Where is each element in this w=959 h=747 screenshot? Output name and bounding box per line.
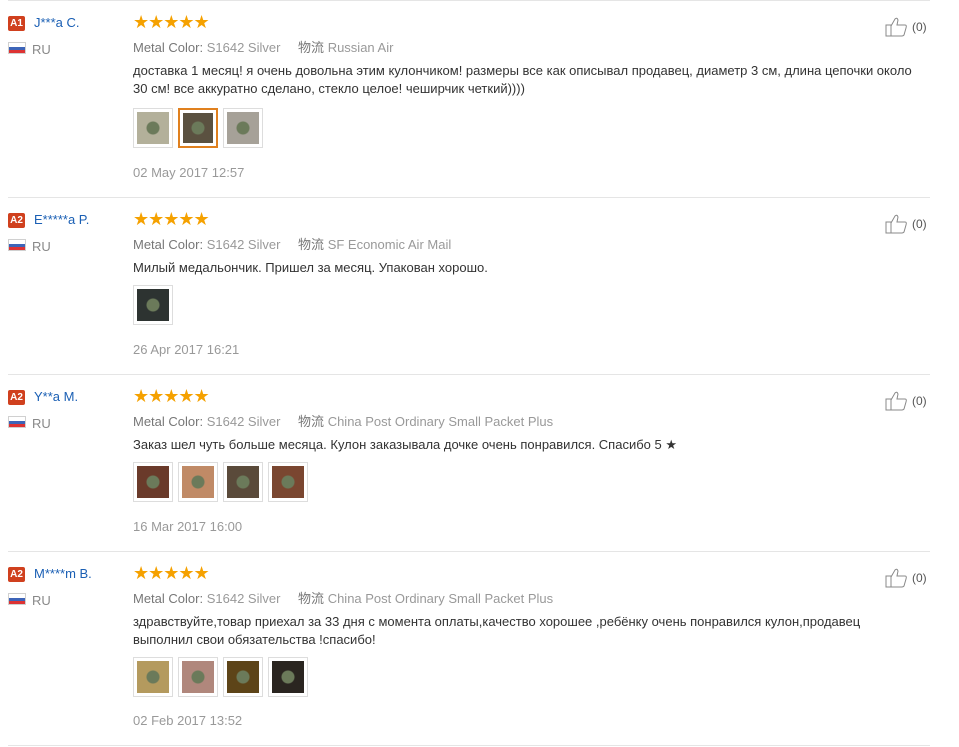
like-count: (0) xyxy=(912,20,927,34)
logistics-value: SF Economic Air Mail xyxy=(327,237,452,252)
logistics-value: Russian Air xyxy=(327,40,394,55)
review-photo-thumbnail[interactable] xyxy=(223,108,263,148)
star-rating: ★★★★★ xyxy=(133,386,210,406)
like-button[interactable]: (0) xyxy=(885,214,927,234)
review-photo-thumbnail[interactable] xyxy=(133,657,173,697)
metal-color-value: S1642 Silver xyxy=(206,414,281,429)
divider xyxy=(8,374,930,375)
reviewer-name-link[interactable]: E*****a P. xyxy=(34,212,89,227)
review-photo-thumbnail[interactable] xyxy=(178,108,218,148)
review-photo-thumbnail[interactable] xyxy=(178,657,218,697)
russia-flag-icon xyxy=(8,42,26,54)
like-button[interactable]: (0) xyxy=(885,391,927,411)
review-photo-thumbnail[interactable] xyxy=(133,285,173,325)
like-button[interactable]: (0) xyxy=(885,17,927,37)
russia-flag-icon xyxy=(8,593,26,605)
review-photo-thumbnail[interactable] xyxy=(178,462,218,502)
review-text: Заказ шел чуть больше месяца. Кулон зака… xyxy=(133,437,678,452)
russia-flag-icon xyxy=(8,416,26,428)
level-badge: A2 xyxy=(8,390,25,405)
reviewer-name-link[interactable]: J***a C. xyxy=(34,15,80,30)
order-info: Metal Color: S1642 Silver 物流 SF Economic… xyxy=(133,234,451,253)
russia-flag-icon xyxy=(8,239,26,251)
review-text: здравствуйте,товар приехал за 33 дня с м… xyxy=(133,614,861,647)
like-count: (0) xyxy=(912,571,927,585)
order-info: Metal Color: S1642 Silver 物流 China Post … xyxy=(133,588,553,607)
review-photos xyxy=(133,657,308,697)
star-rating: ★★★★★ xyxy=(133,209,210,229)
metal-color-value: S1642 Silver xyxy=(206,591,281,606)
like-button[interactable]: (0) xyxy=(885,568,927,588)
review-photo-thumbnail[interactable] xyxy=(133,462,173,502)
level-badge: A2 xyxy=(8,213,25,228)
review-photo-thumbnail[interactable] xyxy=(223,462,263,502)
logistics-label: 物流 xyxy=(298,237,325,252)
review-photo-thumbnail[interactable] xyxy=(268,657,308,697)
order-info: Metal Color: S1642 Silver 物流 China Post … xyxy=(133,411,553,430)
review-photos xyxy=(133,462,308,502)
level-badge: A1 xyxy=(8,16,25,31)
review-date: 02 Feb 2017 13:52 xyxy=(133,713,243,728)
review-date: 26 Apr 2017 16:21 xyxy=(133,342,240,357)
review-text: доставка 1 месяц! я очень довольна этим … xyxy=(133,63,912,96)
review-photos xyxy=(133,108,263,148)
country-code: RU xyxy=(32,593,51,608)
review-text: Милый медальончик. Пришел за месяц. Упак… xyxy=(133,260,488,275)
review-item: A2 Y**a M. RU ★★★★★ Metal Color: S1642 S… xyxy=(0,374,930,551)
star-rating: ★★★★★ xyxy=(133,563,210,583)
divider xyxy=(8,745,930,746)
metal-color-value: S1642 Silver xyxy=(206,237,281,252)
review-item: A2 E*****a P. RU ★★★★★ Metal Color: S164… xyxy=(0,197,930,374)
thumbs-up-icon xyxy=(885,17,907,37)
metal-color-label: Metal Color: xyxy=(133,591,204,606)
divider xyxy=(8,551,930,552)
divider xyxy=(8,0,930,1)
reviewer-name-link[interactable]: Y**a M. xyxy=(34,389,78,404)
reviewer-name-link[interactable]: M****m B. xyxy=(34,566,92,581)
review-photo-thumbnail[interactable] xyxy=(268,462,308,502)
country-code: RU xyxy=(32,239,51,254)
logistics-label: 物流 xyxy=(298,40,325,55)
star-rating: ★★★★★ xyxy=(133,12,210,32)
review-photo-thumbnail[interactable] xyxy=(133,108,173,148)
metal-color-label: Metal Color: xyxy=(133,414,204,429)
review-date: 16 Mar 2017 16:00 xyxy=(133,519,243,534)
review-date: 02 May 2017 12:57 xyxy=(133,165,245,180)
review-item: A1 J***a C. RU ★★★★★ Metal Color: S1642 … xyxy=(0,0,930,197)
logistics-value: China Post Ordinary Small Packet Plus xyxy=(327,591,554,606)
logistics-label: 物流 xyxy=(298,414,325,429)
country-code: RU xyxy=(32,42,51,57)
level-badge: A2 xyxy=(8,567,25,582)
metal-color-label: Metal Color: xyxy=(133,237,204,252)
order-info: Metal Color: S1642 Silver 物流 Russian Air xyxy=(133,37,393,56)
metal-color-value: S1642 Silver xyxy=(206,40,281,55)
thumbs-up-icon xyxy=(885,568,907,588)
metal-color-label: Metal Color: xyxy=(133,40,204,55)
like-count: (0) xyxy=(912,394,927,408)
divider xyxy=(8,197,930,198)
review-photos xyxy=(133,285,173,325)
review-item: A2 M****m B. RU ★★★★★ Metal Color: S1642… xyxy=(0,551,930,747)
like-count: (0) xyxy=(912,217,927,231)
review-photo-thumbnail[interactable] xyxy=(223,657,263,697)
thumbs-up-icon xyxy=(885,391,907,411)
thumbs-up-icon xyxy=(885,214,907,234)
logistics-value: China Post Ordinary Small Packet Plus xyxy=(327,414,554,429)
logistics-label: 物流 xyxy=(298,591,325,606)
country-code: RU xyxy=(32,416,51,431)
